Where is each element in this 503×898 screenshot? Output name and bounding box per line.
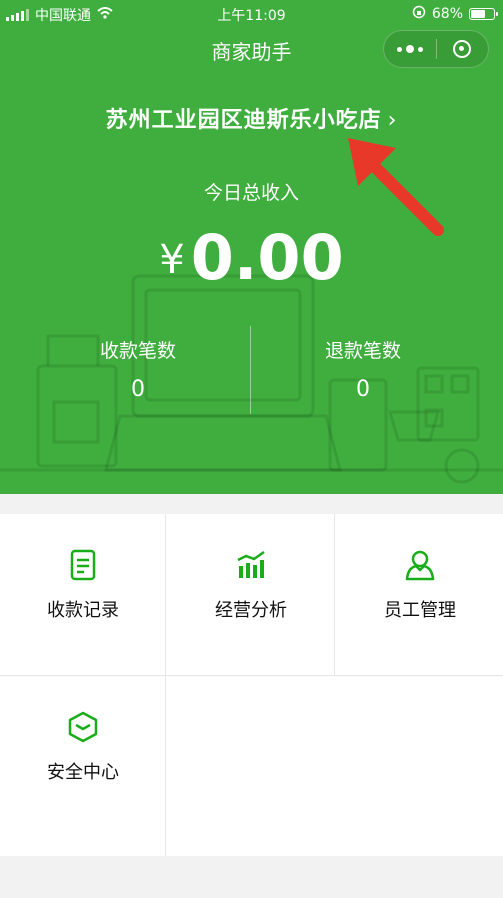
refund-count: 0: [356, 377, 370, 402]
refund-stat: 退款笔数 0: [253, 336, 473, 402]
menu-item-label: 收款记录: [47, 600, 119, 621]
more-dots-icon[interactable]: [384, 30, 436, 68]
battery-percent: 68%: [431, 6, 463, 22]
orientation-lock-icon: [412, 5, 426, 23]
header-hero: 中国联通 上午11:09 68% 商家助手 苏州工业园区迪斯乐小吃店 › 今日总收…: [0, 0, 503, 494]
collect-count: 0: [131, 377, 145, 402]
receipt-icon: [70, 549, 96, 581]
grid-divider: [334, 514, 335, 676]
bar-chart-icon: [237, 550, 265, 578]
collect-stat: 收款笔数 0: [28, 336, 248, 402]
menu-item-payment-records[interactable]: 收款记录: [0, 514, 166, 676]
menu-item-security-center[interactable]: 安全中心: [0, 676, 166, 838]
currency-symbol: ¥: [159, 237, 185, 283]
menu-item-label: 员工管理: [384, 600, 456, 621]
miniapp-capsule: [383, 30, 489, 68]
menu-item-staff-management[interactable]: 员工管理: [337, 514, 503, 676]
stat-divider: [250, 326, 251, 414]
collect-label: 收款笔数: [99, 340, 176, 362]
function-grid: 收款记录 经营分析 员工管理 安全中心: [0, 514, 503, 856]
annotation-arrow-icon: [348, 138, 444, 236]
refund-label: 退款笔数: [324, 340, 401, 362]
status-bar: 中国联通 上午11:09 68%: [0, 0, 503, 28]
menu-item-business-analysis[interactable]: 经营分析: [168, 514, 334, 676]
menu-item-label: 安全中心: [47, 762, 119, 783]
shield-icon: [68, 711, 98, 743]
user-icon: [405, 550, 435, 581]
target-close-icon[interactable]: [436, 30, 488, 68]
menu-item-label: 经营分析: [215, 600, 287, 621]
battery-icon: [469, 8, 498, 20]
income-value: 0.00: [190, 221, 344, 294]
